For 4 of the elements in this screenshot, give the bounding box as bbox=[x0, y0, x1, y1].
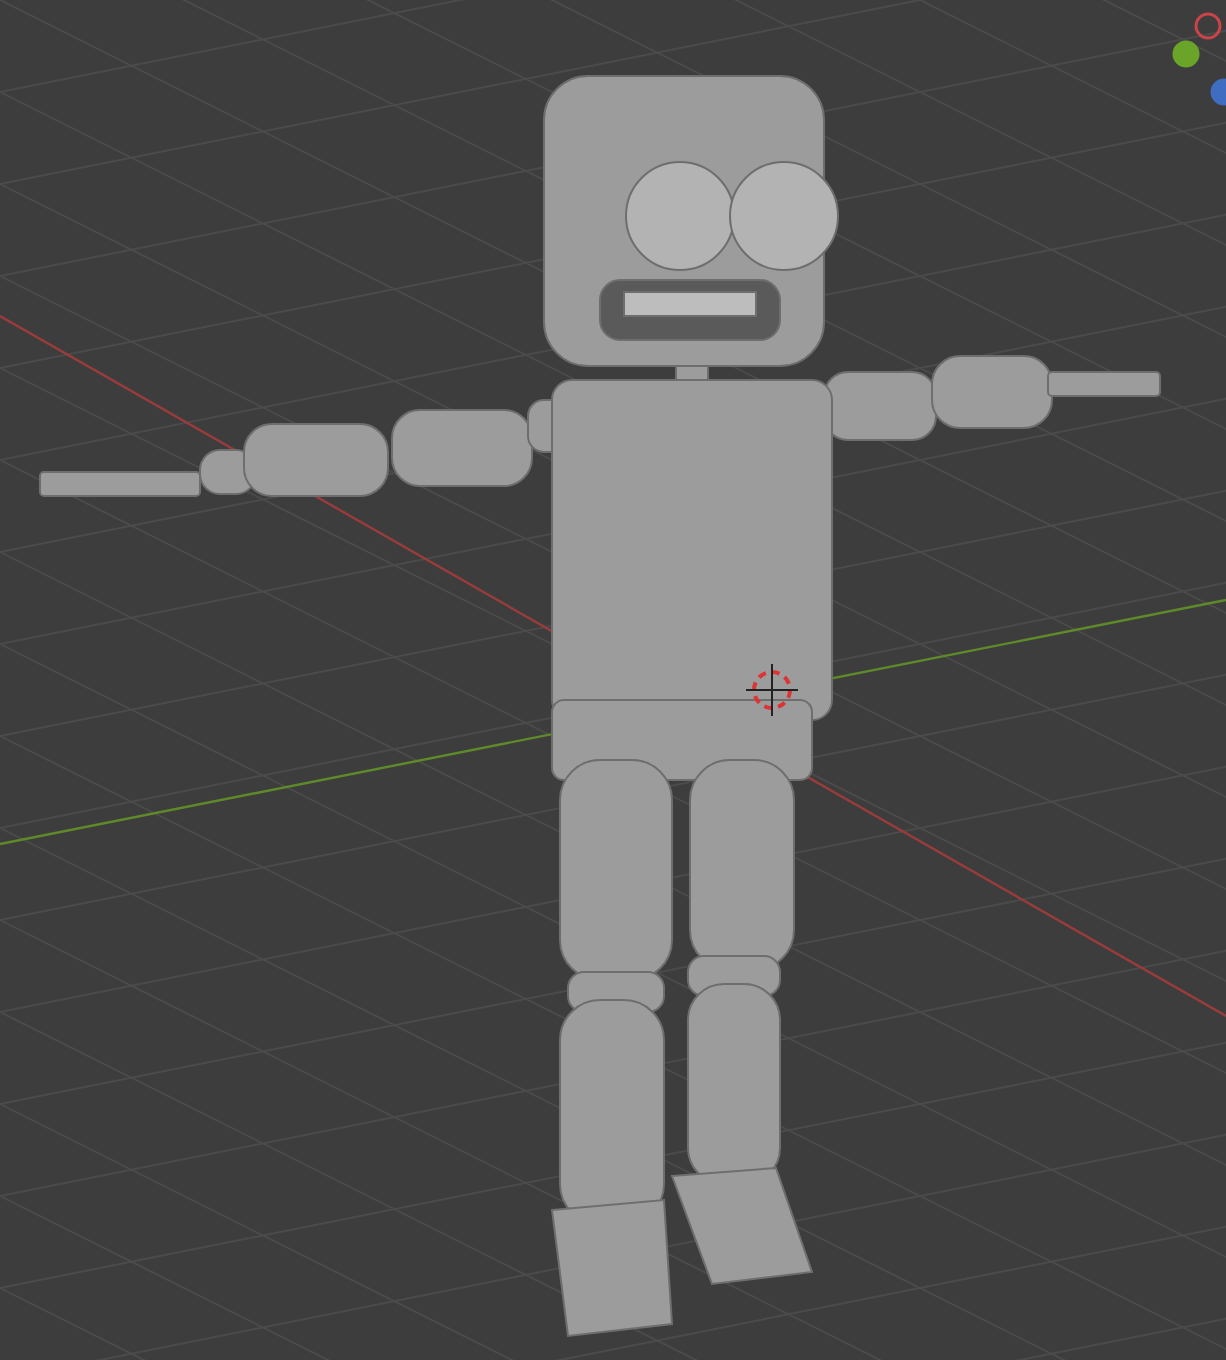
gizmo-axis-icon[interactable] bbox=[1172, 40, 1200, 68]
cursor-icon bbox=[745, 663, 799, 717]
gizmo-axis-icon[interactable] bbox=[1210, 78, 1226, 106]
gizmo-axis-icon[interactable] bbox=[1194, 12, 1222, 40]
